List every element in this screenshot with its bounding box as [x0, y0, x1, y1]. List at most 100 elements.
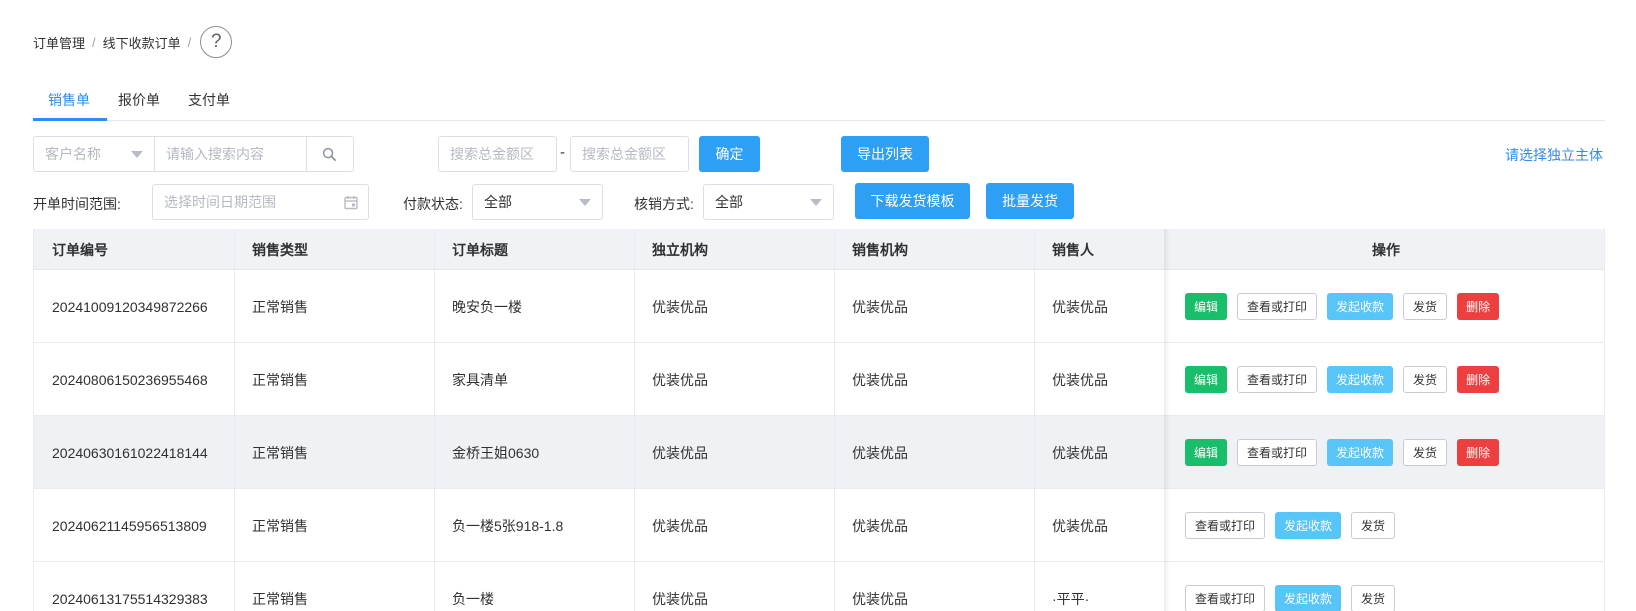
cell-independent-org: 优装优品 [652, 590, 708, 607]
view-print-button[interactable]: 查看或打印 [1237, 439, 1318, 466]
row-actions: 编辑 查看或打印 发起收款 发货 删除 [1185, 270, 1509, 343]
amount-max-placeholder: 搜索总金额区 [582, 146, 666, 162]
cell-sales-org: 优装优品 [852, 590, 908, 607]
writeoff-method-select[interactable]: 全部 [703, 184, 834, 220]
table-row: 20240630161022418144 正常销售 金桥王姐0630 优装优品 … [34, 416, 1604, 489]
pay-status-value: 全部 [484, 194, 512, 210]
col-order-number: 订单编号 [52, 241, 108, 258]
cell-independent-org: 优装优品 [652, 298, 708, 315]
ship-button[interactable]: 发货 [1403, 366, 1448, 393]
cell-order-number: 20240613175514329383 [52, 590, 208, 607]
delete-button[interactable]: 删除 [1457, 439, 1500, 466]
column-divider [634, 229, 635, 611]
active-tab-indicator [33, 118, 107, 121]
column-divider [234, 229, 235, 611]
search-icon [322, 147, 336, 161]
cell-order-title: 家具清单 [452, 371, 508, 388]
select-entity-link[interactable]: 请选择独立主体 [1505, 145, 1603, 165]
cell-sales-type: 正常销售 [252, 590, 308, 607]
initiate-payment-button[interactable]: 发起收款 [1275, 512, 1342, 539]
chevron-down-icon [131, 151, 143, 158]
chevron-down-icon [579, 199, 591, 206]
ship-button[interactable]: 发货 [1351, 512, 1396, 539]
cell-salesperson: 优装优品 [1052, 298, 1108, 315]
date-range-picker[interactable]: 选择时间日期范围 [152, 184, 369, 220]
cell-order-title: 晚安负一楼 [452, 298, 522, 315]
pay-status-label: 付款状态: [403, 196, 463, 212]
cell-order-number: 20240630161022418144 [52, 444, 208, 461]
date-range-label: 开单时间范围: [33, 196, 121, 212]
table-row: 20241009120349872266 正常销售 晚安负一楼 优装优品 优装优… [34, 270, 1604, 343]
col-sales-type: 销售类型 [252, 241, 308, 258]
view-print-button[interactable]: 查看或打印 [1237, 366, 1318, 393]
cell-sales-type: 正常销售 [252, 517, 308, 534]
cell-sales-org: 优装优品 [852, 298, 908, 315]
table-row: 20240613175514329383 正常销售 负一楼 优装优品 优装优品 … [34, 562, 1604, 611]
ship-button[interactable]: 发货 [1351, 585, 1396, 611]
column-divider [434, 229, 435, 611]
amount-max-input[interactable]: 搜索总金额区 [570, 136, 689, 172]
orders-table: 订单编号 销售类型 订单标题 独立机构 销售机构 销售人 操作 20241009… [33, 229, 1605, 611]
view-print-button[interactable]: 查看或打印 [1237, 293, 1318, 320]
breadcrumb-separator: / [187, 34, 192, 50]
tab-quotation[interactable]: 报价单 [118, 90, 160, 110]
initiate-payment-button[interactable]: 发起收款 [1275, 585, 1342, 611]
tab-payment-order[interactable]: 支付单 [188, 90, 230, 110]
customer-name-select[interactable]: 客户名称 [33, 136, 155, 172]
ship-button[interactable]: 发货 [1403, 439, 1448, 466]
download-ship-template-button[interactable]: 下载发货模板 [855, 183, 970, 219]
amount-min-placeholder: 搜索总金额区 [450, 146, 534, 162]
initiate-payment-button[interactable]: 发起收款 [1327, 293, 1394, 320]
initiate-payment-button[interactable]: 发起收款 [1327, 366, 1394, 393]
cell-order-number: 20240806150236955468 [52, 371, 208, 388]
pay-status-select[interactable]: 全部 [472, 184, 603, 220]
ship-button[interactable]: 发货 [1403, 293, 1448, 320]
amount-min-input[interactable]: 搜索总金额区 [438, 136, 557, 172]
table-header: 订单编号 销售类型 订单标题 独立机构 销售机构 销售人 操作 [34, 229, 1604, 270]
edit-button[interactable]: 编辑 [1185, 366, 1228, 393]
search-input[interactable]: 请输入搜索内容 [154, 136, 307, 172]
calendar-icon [344, 196, 358, 210]
edit-button[interactable]: 编辑 [1185, 293, 1228, 320]
cell-salesperson: ·平平· [1052, 590, 1090, 607]
cell-independent-org: 优装优品 [652, 444, 708, 461]
confirm-button[interactable]: 确定 [699, 136, 760, 172]
col-order-title: 订单标题 [452, 241, 508, 258]
customer-name-select-value: 客户名称 [45, 146, 101, 162]
batch-ship-button[interactable]: 批量发货 [986, 183, 1074, 219]
delete-button[interactable]: 删除 [1457, 366, 1500, 393]
cell-order-number: 20240621145956513809 [52, 517, 207, 534]
breadcrumb-order-management[interactable]: 订单管理 [33, 33, 85, 52]
row-actions: 编辑 查看或打印 发起收款 发货 删除 [1185, 416, 1509, 489]
cell-sales-org: 优装优品 [852, 371, 908, 388]
breadcrumb-offline-orders: 线下收款订单 [102, 35, 181, 51]
cell-sales-org: 优装优品 [852, 444, 908, 461]
chevron-down-icon [810, 199, 822, 206]
delete-button[interactable]: 删除 [1457, 293, 1500, 320]
table-row: 20240621145956513809 正常销售 负一楼5张918-1.8 优… [34, 489, 1604, 562]
search-button[interactable] [306, 136, 354, 172]
initiate-payment-button[interactable]: 发起收款 [1327, 439, 1394, 466]
cell-sales-org: 优装优品 [852, 517, 908, 534]
cell-salesperson: 优装优品 [1052, 517, 1108, 534]
view-print-button[interactable]: 查看或打印 [1185, 585, 1266, 611]
cell-sales-type: 正常销售 [252, 444, 308, 461]
cell-salesperson: 优装优品 [1052, 371, 1108, 388]
cell-salesperson: 优装优品 [1052, 444, 1108, 461]
breadcrumb-separator: / [92, 34, 96, 50]
fixed-column-shadow [1164, 229, 1170, 611]
export-list-button[interactable]: 导出列表 [841, 136, 929, 172]
order-tabs: 销售单 报价单 支付单 [33, 80, 1605, 121]
col-salesperson: 销售人 [1052, 241, 1094, 258]
tab-sales-order[interactable]: 销售单 [48, 90, 90, 110]
edit-button[interactable]: 编辑 [1185, 439, 1228, 466]
breadcrumb: 订单管理 / 线下收款订单 / ? [33, 26, 233, 58]
help-icon[interactable]: ? [200, 26, 233, 58]
writeoff-method-label: 核销方式: [634, 196, 694, 212]
cell-order-number: 20241009120349872266 [52, 298, 208, 315]
cell-sales-type: 正常销售 [252, 298, 308, 315]
writeoff-method-value: 全部 [715, 194, 743, 210]
cell-independent-org: 优装优品 [652, 371, 708, 388]
view-print-button[interactable]: 查看或打印 [1185, 512, 1266, 539]
table-row: 20240806150236955468 正常销售 家具清单 优装优品 优装优品… [34, 343, 1604, 416]
